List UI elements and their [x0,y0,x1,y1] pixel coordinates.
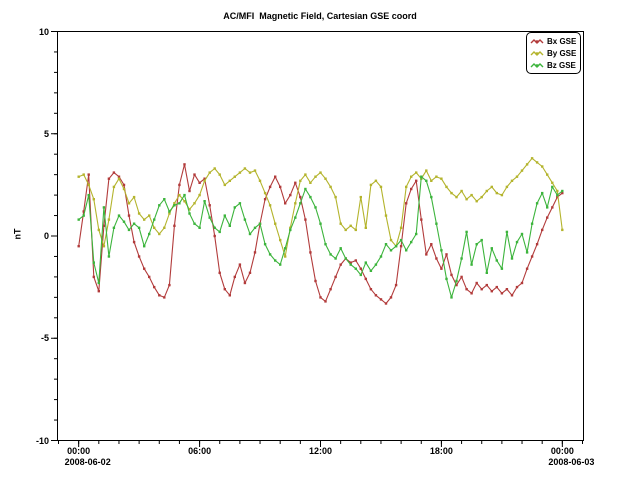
x-tick-label: 12:00 [309,446,332,456]
legend-line-bx-gse-icon [530,37,544,46]
x-tick-label: 00:00 [67,446,90,456]
x-tick-label: 18:00 [430,446,453,456]
y-tick-label: 10 [39,27,49,37]
y-tick-label: -10 [36,436,49,446]
legend-item-bx-gse: Bx GSE [530,35,576,47]
x-axis-date-label: 2008-06-02 [65,457,111,467]
x-tick-label: 06:00 [188,446,211,456]
legend-line-by-gse-icon [530,49,544,58]
y-tick-label: 5 [44,129,49,139]
y-axis-ticks [51,32,58,441]
chart-window: AC/MFI Magnetic Field, Cartesian GSE coo… [0,0,640,480]
plot-frame [58,32,584,441]
x-axis-date-label: 2008-06-03 [548,457,594,467]
x-tick-label: 00:00 [551,446,574,456]
legend-item-by-gse: By GSE [530,47,576,59]
y-tick-label: 0 [44,231,49,241]
legend-box: Bx GSE By GSE Bz GSE [526,32,581,74]
legend-label: Bz GSE [547,61,576,70]
y-axis-label: nT [13,229,23,240]
legend-line-bz-gse-icon [530,61,544,70]
y-tick-label: -5 [41,333,49,343]
legend-item-bz-gse: Bz GSE [530,59,576,71]
legend-label: Bx GSE [547,37,576,46]
legend-label: By GSE [547,49,576,58]
chart-title: AC/MFI Magnetic Field, Cartesian GSE coo… [0,11,640,21]
